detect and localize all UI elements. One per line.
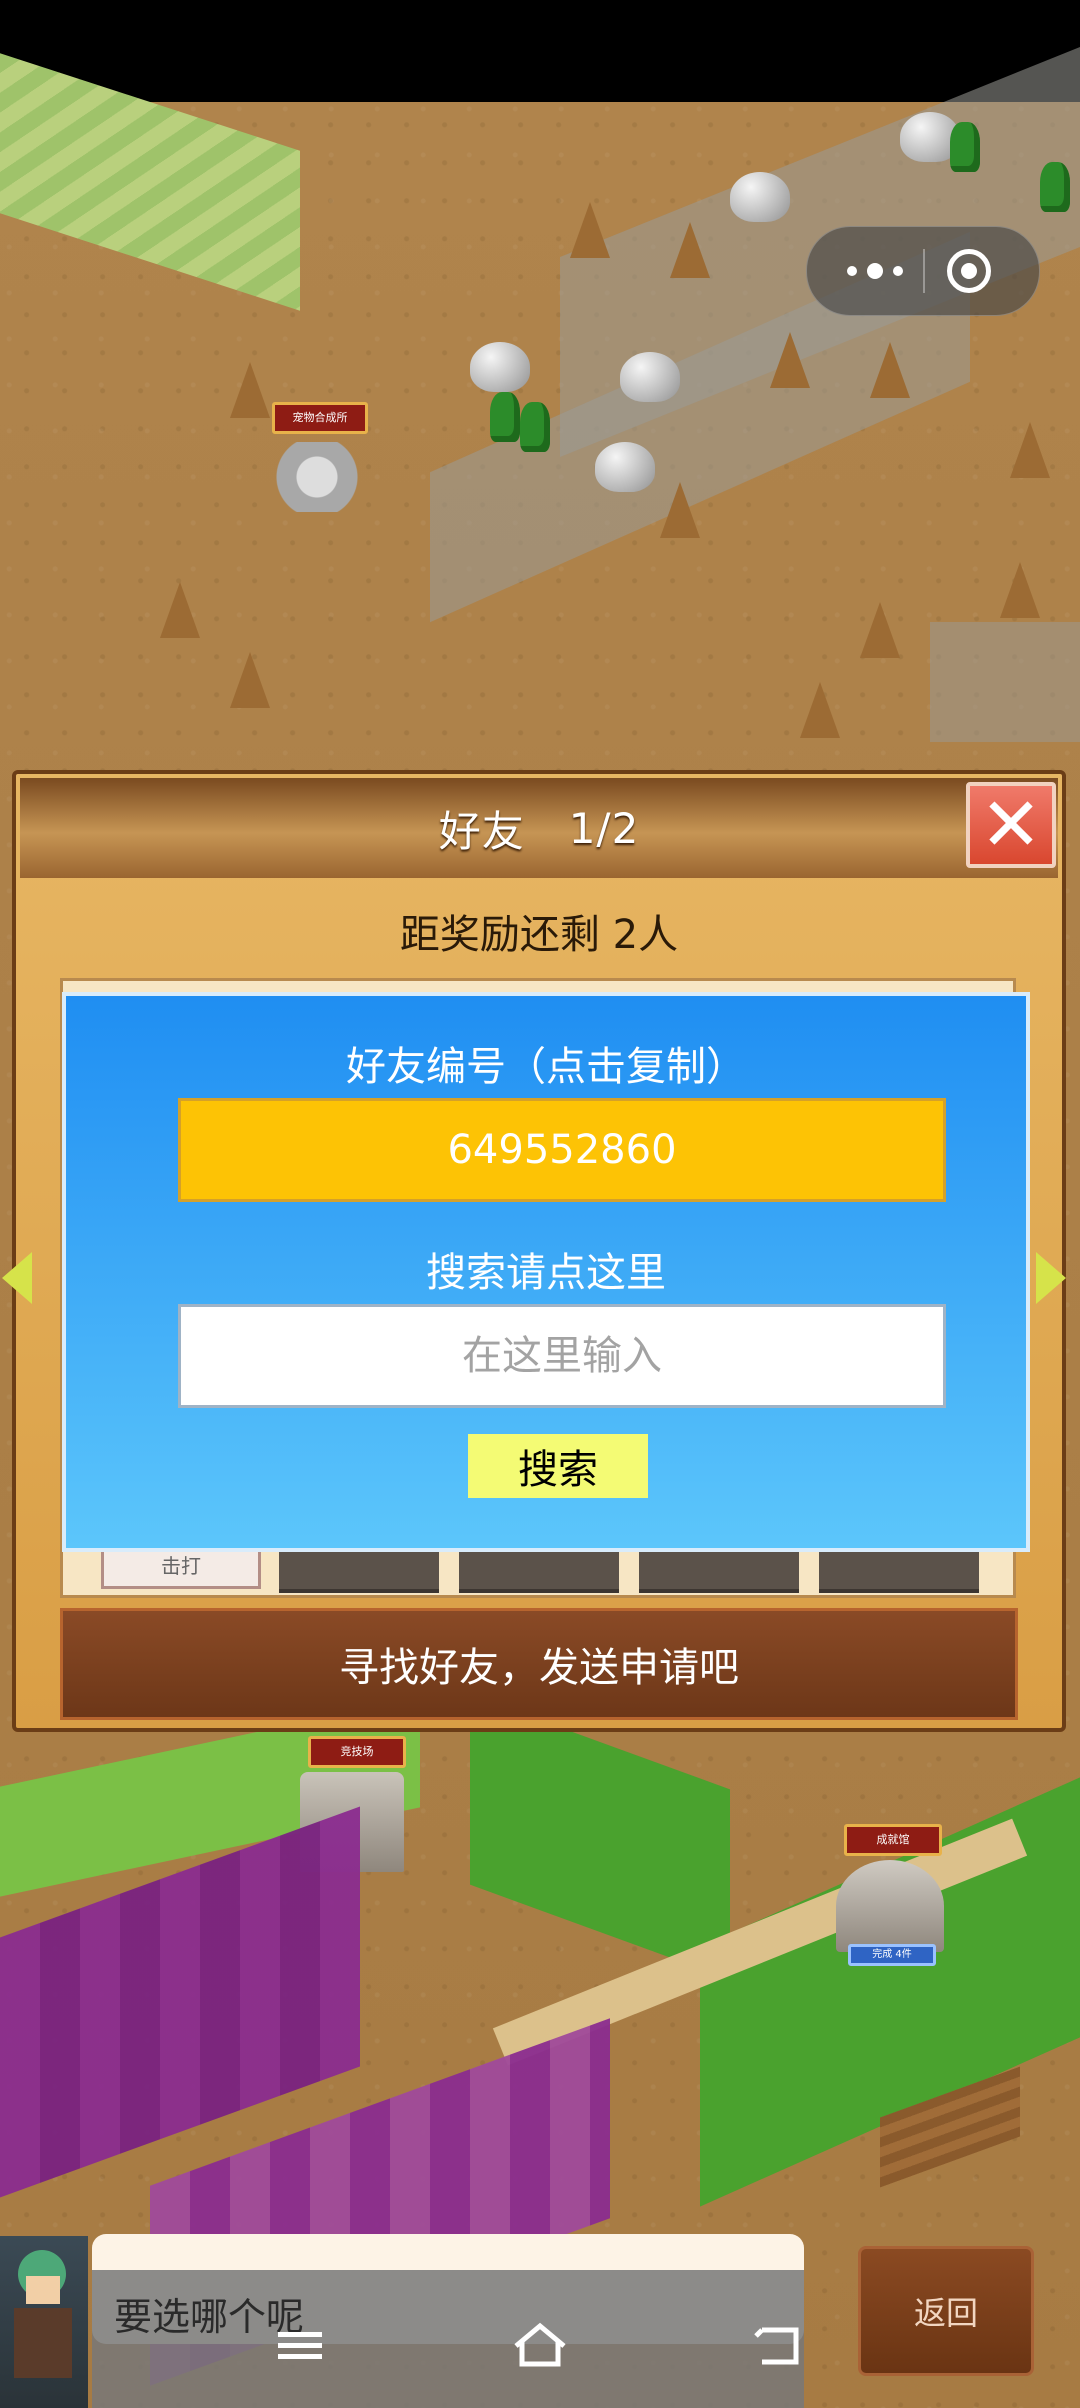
avatar — [0, 2236, 88, 2408]
page-counter: 1/2 — [568, 803, 640, 853]
friends-dialog: 好友 1/2 ✕ 距奖励还剩 2人 击打 好友编号（点击复制） 64955286… — [2, 770, 1066, 1732]
rock — [470, 342, 530, 392]
exit-miniprogram-button[interactable] — [939, 241, 999, 301]
rock-spire — [860, 602, 900, 658]
grass-field — [470, 1694, 730, 1980]
rock-spire — [770, 332, 810, 388]
dot-icon — [867, 263, 883, 279]
menu-icon[interactable] — [260, 2320, 340, 2370]
more-options-button[interactable] — [827, 227, 923, 315]
next-page-arrow-icon[interactable] — [1036, 1252, 1066, 1304]
rock-spire — [670, 222, 710, 278]
home-icon[interactable] — [500, 2320, 580, 2370]
completion-badge: 完成 4件 — [848, 1944, 936, 1966]
rock-spire — [1010, 422, 1050, 478]
rock-spire — [870, 342, 910, 398]
tree — [1040, 162, 1070, 212]
close-icon: ✕ — [979, 782, 1042, 868]
dot-icon — [893, 266, 903, 276]
dialog-title: 好友 — [438, 806, 525, 856]
status-bar — [0, 0, 1080, 102]
find-friends-button[interactable]: 寻找好友，发送申请吧 — [60, 1608, 1018, 1720]
search-button[interactable]: 搜索 — [468, 1434, 648, 1498]
map-sign-pet-fusion[interactable]: 宠物合成所 — [272, 402, 368, 434]
close-button[interactable]: ✕ — [966, 782, 1056, 868]
search-input[interactable] — [178, 1304, 946, 1408]
tree — [950, 122, 980, 172]
rock-spire — [230, 652, 270, 708]
rock-spire — [160, 582, 200, 638]
return-button[interactable]: 返回 — [858, 2246, 1034, 2376]
tree — [520, 402, 550, 452]
rock-spire — [660, 482, 700, 538]
miniprogram-capsule — [806, 226, 1040, 316]
rock — [730, 172, 790, 222]
back-icon[interactable] — [740, 2320, 820, 2370]
rock — [595, 442, 655, 492]
rock-spire — [570, 202, 610, 258]
capsule-divider — [923, 249, 925, 293]
dialog-title-bar: 好友 1/2 — [20, 778, 1058, 878]
rock-spire — [800, 682, 840, 738]
search-label: 搜索请点这里 — [426, 1250, 666, 1296]
stone-area — [930, 622, 1080, 742]
tree — [490, 392, 520, 442]
rock-spire — [230, 362, 270, 418]
map-sign-arena[interactable]: 竞技场 — [308, 1736, 406, 1768]
friend-id-copy-button[interactable]: 649552860 — [178, 1098, 946, 1202]
pet-fusion-building[interactable] — [272, 442, 362, 512]
rock-spire — [1000, 562, 1040, 618]
target-icon — [947, 249, 991, 293]
rock — [620, 352, 680, 402]
achievement-hall-building[interactable] — [836, 1860, 944, 1952]
dot-icon — [847, 266, 857, 276]
friend-id-label: 好友编号（点击复制） — [346, 1044, 746, 1090]
map-sign-achievement-hall[interactable]: 成就馆 — [844, 1824, 942, 1856]
friend-id-panel: 好友编号（点击复制） 649552860 搜索请点这里 搜索 — [62, 992, 1030, 1552]
friend-id-value: 649552860 — [447, 1127, 677, 1173]
prev-page-arrow-icon[interactable] — [2, 1252, 32, 1304]
reward-remaining-text: 距奖励还剩 2人 — [399, 912, 679, 958]
